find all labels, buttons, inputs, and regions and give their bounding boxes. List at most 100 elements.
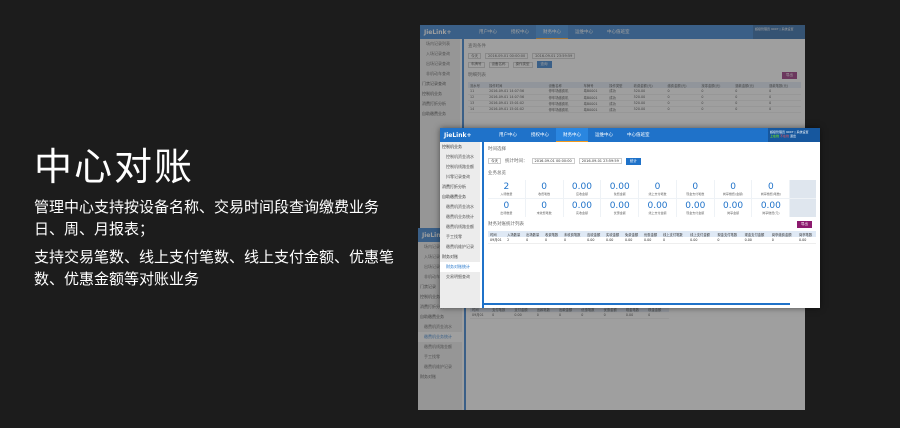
column-header[interactable]: 车牌号 (581, 82, 608, 88)
period-select[interactable]: 今天 (488, 158, 501, 164)
nav-tab[interactable]: 财务中心 (536, 25, 568, 39)
sidebar-item[interactable]: 自助缴费业务 (420, 109, 460, 119)
sidebar-item[interactable]: 消费打折分析 (440, 182, 480, 192)
table-cell: 13 (468, 100, 488, 107)
stat-value: 0 (654, 182, 661, 192)
sidebar-item[interactable]: 手工找零 (418, 352, 462, 362)
section-label: 查询条件 (468, 44, 486, 49)
stat-card: 0.00 岗亭缴费(元) (752, 199, 790, 217)
stat-card: 0 线上支付笔数 (639, 180, 676, 198)
nav-tab[interactable]: 中心值班室 (600, 25, 637, 39)
sidebar-item[interactable]: 控制机线路金额 (440, 162, 480, 172)
table-cell: 停车场缴费机 (546, 88, 582, 95)
column-header[interactable]: 设备名称 (546, 82, 582, 88)
table-row: 14 2016-09-01 15:01:02 停车场缴费机 粤B0001 成功 520.0… (468, 106, 801, 113)
stat-button[interactable]: 统计 (625, 157, 641, 165)
device-select[interactable]: 设备名称 (488, 61, 509, 68)
app-header: JieLink+ 用户中心 授权中心 财务中心 运维中心 中心值班室 超级管理员 900… (440, 128, 820, 142)
column-header[interactable]: 收费金额(元) (631, 82, 666, 88)
stat-card: 0.00 应收金额 (563, 180, 601, 198)
table-cell: 12 (468, 94, 488, 101)
logout-link[interactable]: 退出 (790, 134, 796, 138)
sidebar-item[interactable]: 自助缴费业务 (440, 192, 480, 202)
overview-cards: 2 入场数量 0 收费笔数 0.00 应收金额 0.00 免费金额 0 线上支付笔数 0 现金支付笔数… (488, 180, 816, 217)
search-button[interactable]: 查询 (536, 61, 552, 68)
table-cell: 0.00 (641, 237, 661, 244)
sidebar-item[interactable]: 非机动车查询 (420, 69, 460, 79)
column-header[interactable]: 缴费金额(元) (665, 82, 700, 88)
table-cell: 0.00 (623, 237, 642, 244)
sidebar-item[interactable]: 缴费机线路金额 (440, 222, 480, 232)
stat-name: 线上支付笔数 (648, 192, 667, 196)
sidebar-item[interactable]: 控制机资金流水 (440, 152, 480, 162)
stat-card: 2 入场数量 (488, 180, 525, 198)
stat-name: 未收费笔数 (536, 211, 552, 215)
sidebar-item[interactable]: 控制机业务 (440, 142, 480, 152)
type-select[interactable]: 操作类型 (512, 61, 533, 68)
export-button[interactable]: 导出 (782, 71, 797, 79)
nav-tab[interactable]: 运维中心 (568, 25, 600, 39)
sidebar-item[interactable]: 自助缴费业务 (418, 312, 462, 322)
stat-card: 0 现金支付笔数 (676, 180, 714, 198)
table-cell: 0.00 (604, 237, 624, 244)
app-header: JieLink+ 用户中心 授权中心 财务中心 运维中心 中心值班室 超级管理员 900… (420, 25, 805, 39)
sidebar-item[interactable]: 财务对账 (418, 372, 462, 382)
column-header[interactable]: 流水号 (468, 82, 488, 88)
end-time[interactable]: 2016-09-01 23:59:59 (532, 53, 576, 59)
table-cell: 0.00 (742, 237, 770, 244)
nav-tab[interactable]: 用户中心 (492, 128, 524, 142)
sidebar-item[interactable]: 财务对账统计 (440, 262, 480, 272)
user-area: 超级管理员 9007 | 系统设置 上在线 不在线 退出 (768, 128, 820, 142)
nav-tab[interactable]: 中心值班室 (620, 128, 657, 142)
table-cell: 0 (767, 94, 801, 101)
table-cell: 0 (665, 94, 700, 101)
sidebar-item[interactable]: 缴费机维护记录 (418, 362, 462, 372)
start-time[interactable]: 2016-09-01 00:00:00 (485, 53, 529, 59)
column-header[interactable]: 操作时间 (487, 82, 547, 88)
stat-name: 收费笔数 (538, 192, 551, 196)
nav-tab[interactable]: 运维中心 (588, 128, 620, 142)
start-time[interactable]: 2016-09-01 00:00:00 (531, 158, 575, 164)
sidebar-item[interactable]: 消费打折分析 (420, 99, 460, 109)
column-header[interactable]: 退款笔数(元) (767, 82, 801, 88)
sidebar-item[interactable]: 缴费机线路金额 (418, 342, 462, 352)
detail-table: 流水号 操作时间 设备名称 车牌号 操作类型 收费金额(元) 缴费金额(元) 找零金额(元) 退… (468, 82, 801, 113)
stat-name: 应收金额 (575, 192, 588, 196)
sidebar-item[interactable]: 缴费机维护记录 (440, 242, 480, 252)
sidebar: 控制机业务 控制机资金流水 控制机线路金额 抖零记录查询 消费打折分析 自助缴费业务 缴费机… (440, 142, 480, 308)
plate-input[interactable]: 车牌号 (468, 61, 485, 68)
table-cell: 0 (699, 100, 734, 107)
export-button[interactable]: 导出 (797, 220, 812, 228)
sidebar-item[interactable]: 缴费机资金流水 (440, 202, 480, 212)
sidebar-item[interactable]: 财务对账 (440, 252, 480, 262)
user-area: 超级管理员 9007 | 系统设置 (753, 25, 805, 39)
nav-tab[interactable]: 用户中心 (472, 25, 504, 39)
column-header[interactable]: 找零金额(元) (699, 82, 734, 88)
sidebar-item[interactable]: 手工找零 (440, 232, 480, 242)
stat-value: 0 (767, 182, 774, 192)
table-row: 11 2016-09-01 14:07:56 停车场缴费机 粤B0001 成功 520.0… (468, 88, 801, 95)
sidebar-item[interactable]: 缴费机业务统计 (418, 332, 462, 342)
sidebar-item[interactable]: 缴费机业务统计 (440, 212, 480, 222)
sidebar-item[interactable]: 入场记录查询 (420, 49, 460, 59)
sidebar-item[interactable]: 出场记录查询 (420, 59, 460, 69)
sidebar-item[interactable]: 缴费机资金流水 (418, 322, 462, 332)
stat-value: 0.00 (609, 182, 630, 192)
sidebar-item[interactable]: 门禁记录查询 (420, 79, 460, 89)
column-header[interactable]: 退款金额(元) (733, 82, 768, 88)
sidebar-item[interactable]: 场内记录列表 (420, 39, 460, 49)
nav-tab[interactable]: 授权中心 (524, 128, 556, 142)
sidebar-item[interactable]: 交易明细查询 (440, 272, 480, 282)
sidebar-item[interactable]: 抖零记录查询 (440, 172, 480, 182)
table-cell: 520.00 (631, 106, 666, 113)
section-label: 时间选择 (488, 147, 506, 152)
sidebar-item[interactable]: 控制机业务 (420, 89, 460, 99)
nav-tab[interactable]: 授权中心 (504, 25, 536, 39)
column-header[interactable]: 操作类型 (607, 82, 632, 88)
table-cell: 2 (505, 237, 525, 244)
stat-value: 0.00 (571, 201, 592, 211)
period-select[interactable]: 今天 (468, 53, 481, 59)
end-time[interactable]: 2016-09-01 23:59:59 (578, 158, 622, 164)
nav-tab[interactable]: 财务中心 (556, 128, 588, 142)
horizontal-scrollbar[interactable] (484, 303, 790, 305)
